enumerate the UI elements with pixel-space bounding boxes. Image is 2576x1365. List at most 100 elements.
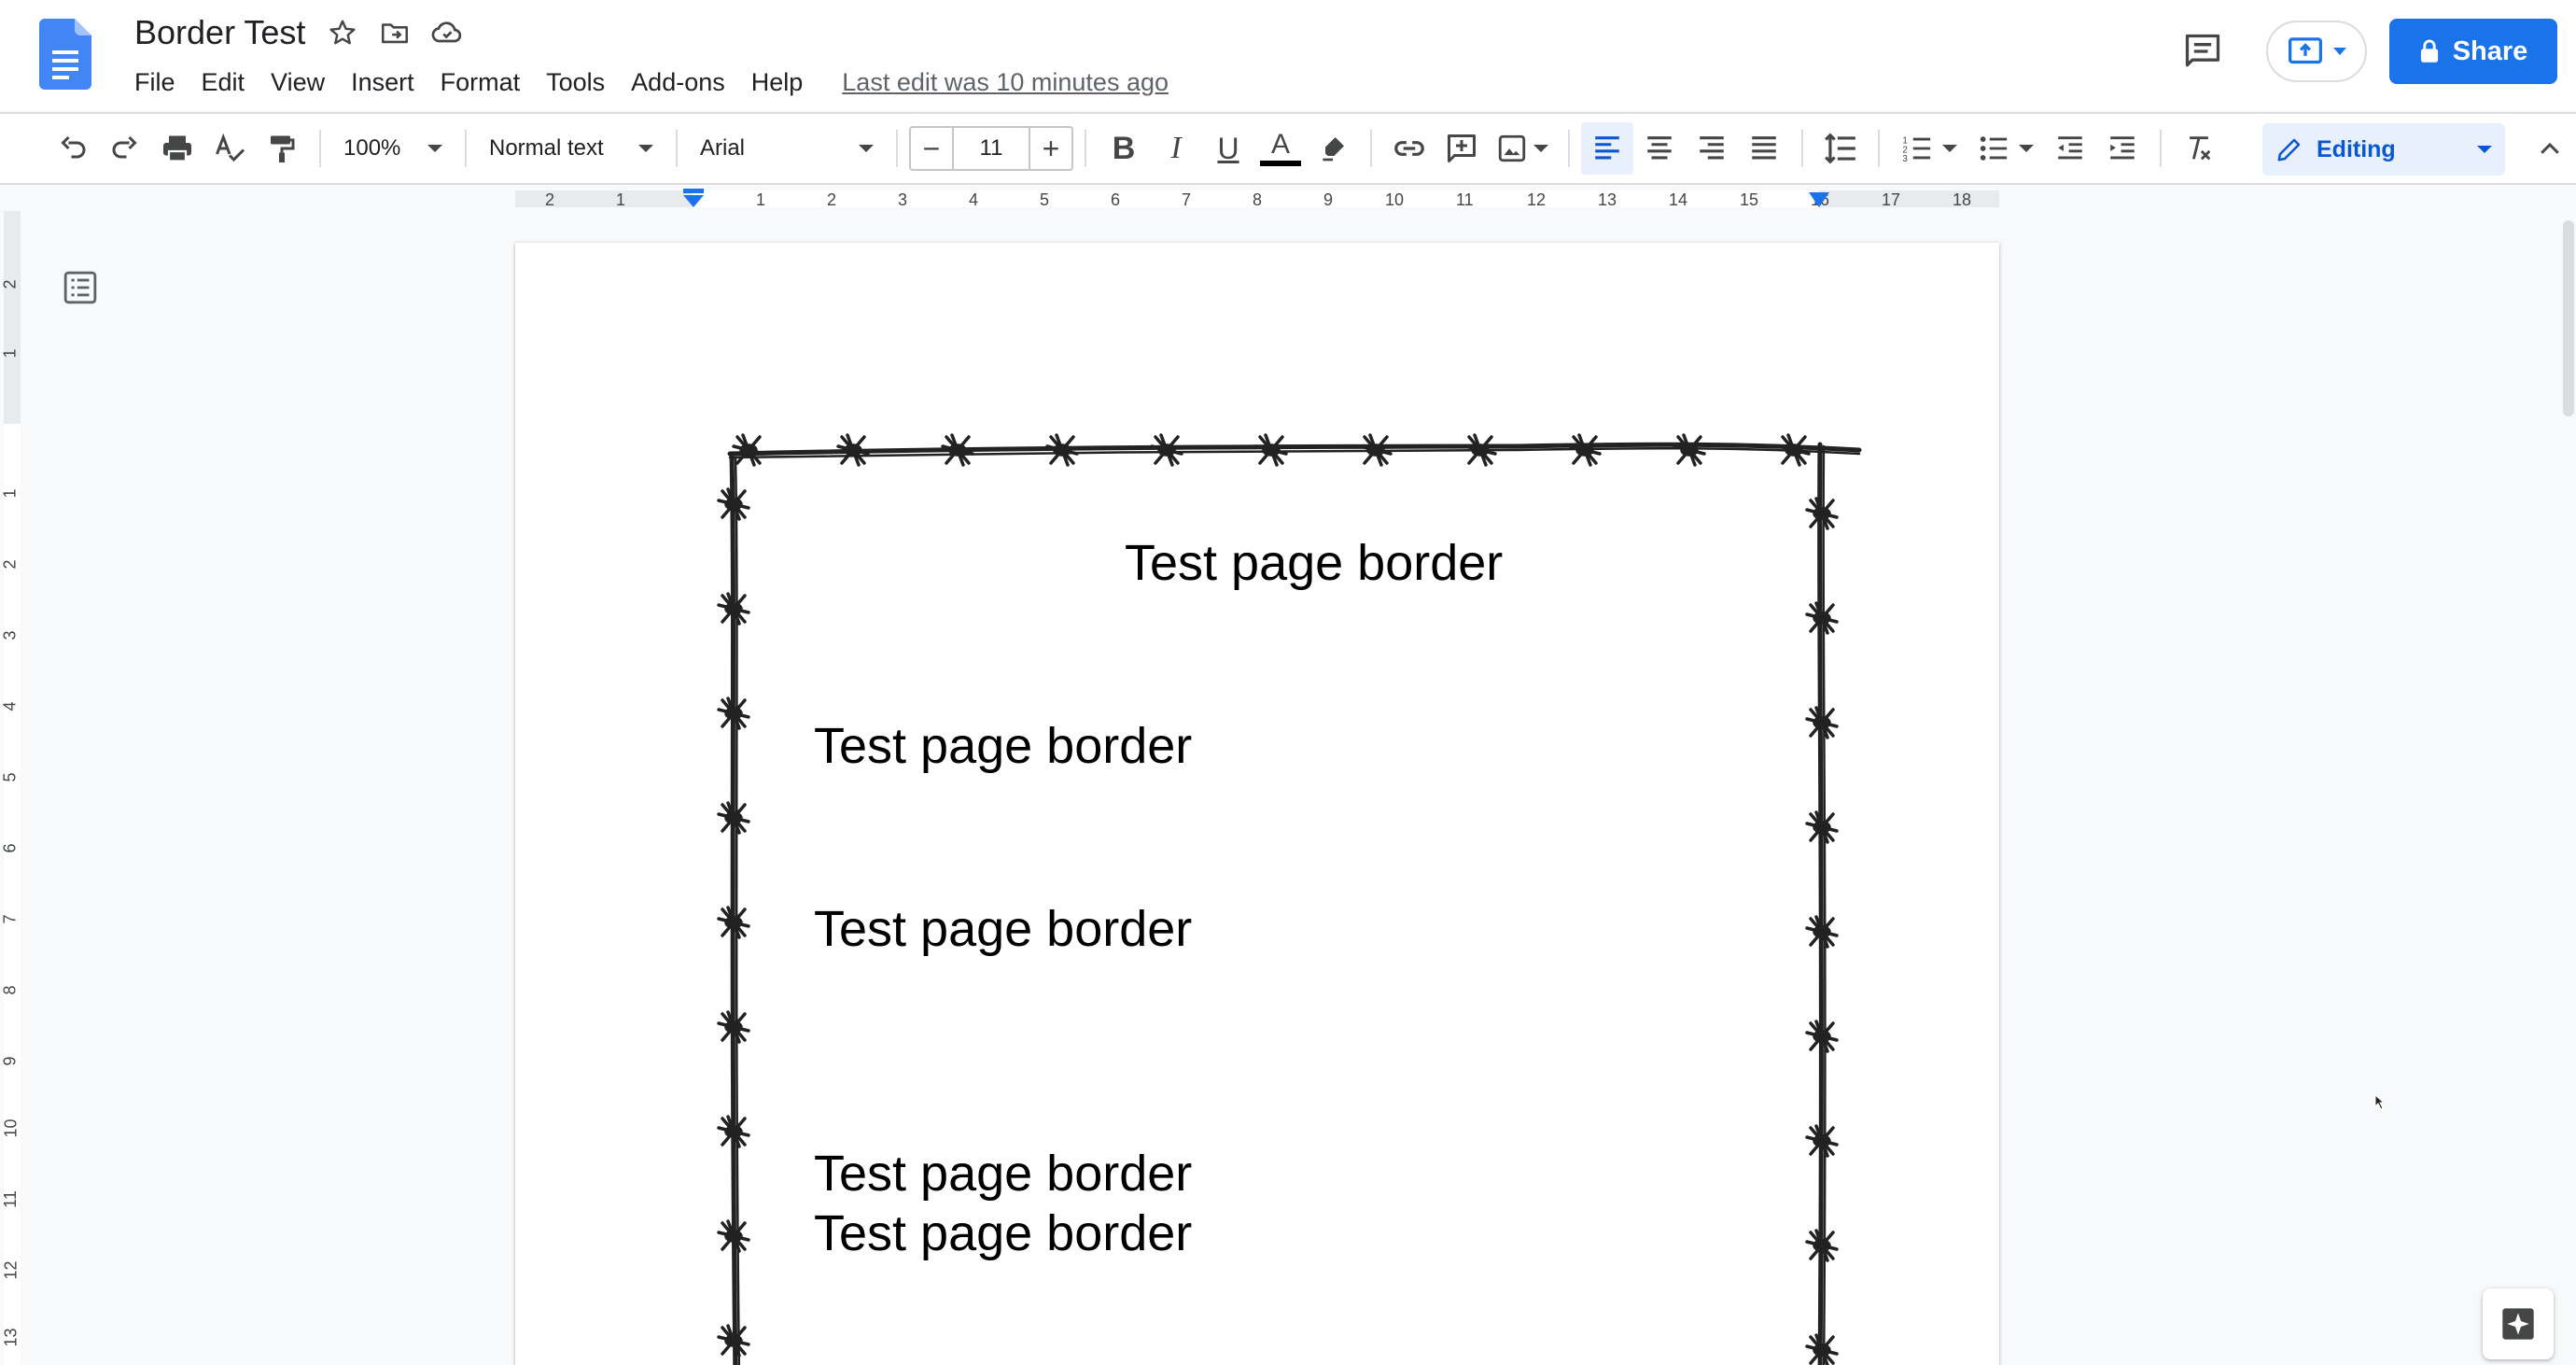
- clear-formatting-icon[interactable]: [2173, 122, 2225, 175]
- toolbar-divider: [465, 130, 467, 167]
- font-size-input[interactable]: 11: [954, 126, 1029, 171]
- increase-indent-icon[interactable]: [2096, 122, 2149, 175]
- ruler-label: 5: [1040, 190, 1050, 209]
- image-icon: [1498, 134, 1526, 162]
- menu-format[interactable]: Format: [427, 64, 534, 101]
- bulleted-list-button[interactable]: [1967, 122, 2044, 175]
- ruler-label: 3: [898, 190, 908, 209]
- align-right-button[interactable]: [1686, 122, 1738, 175]
- pencil-icon: [2277, 138, 2301, 162]
- vertical-ruler[interactable]: 2 1 1 2 3 4 5 6 7 8 9 10 11 12 13: [0, 211, 24, 1365]
- spellcheck-icon[interactable]: [203, 122, 256, 175]
- star-icon[interactable]: [322, 12, 363, 53]
- redo-icon[interactable]: [99, 122, 151, 175]
- add-comment-icon[interactable]: [1435, 122, 1488, 175]
- ruler-label: 2: [0, 279, 20, 289]
- increase-font-size-button[interactable]: +: [1029, 126, 1073, 171]
- scrollbar-thumb[interactable]: [2563, 220, 2574, 416]
- menu-file[interactable]: File: [121, 64, 189, 101]
- line-spacing-icon[interactable]: [1814, 122, 1867, 175]
- ruler-label: 17: [1882, 190, 1901, 209]
- italic-button[interactable]: I: [1150, 122, 1202, 175]
- ruler-label: 1: [0, 488, 20, 499]
- align-center-button[interactable]: [1633, 122, 1686, 175]
- zoom-select[interactable]: 100%: [332, 122, 454, 175]
- comment-icon[interactable]: [2177, 28, 2229, 75]
- bold-button[interactable]: B: [1098, 122, 1150, 175]
- insert-image-button[interactable]: [1488, 122, 1557, 175]
- explore-icon[interactable]: [2483, 1288, 2554, 1359]
- ruler-label: 1: [756, 190, 766, 209]
- align-justify-button[interactable]: [1738, 122, 1790, 175]
- ruler-label: 12: [1, 1260, 21, 1280]
- document-line[interactable]: Test page border: [814, 717, 1192, 775]
- chevron-down-icon: [427, 145, 442, 152]
- horizontal-ruler[interactable]: 2 1 1 2 3 4 5 6 7 8 9 10 11 12 13 14 15 …: [0, 187, 2576, 211]
- paint-format-icon[interactable]: [256, 122, 308, 175]
- ruler-label: 8: [1253, 190, 1263, 209]
- left-indent-marker[interactable]: [681, 187, 706, 211]
- last-edit-link[interactable]: Last edit was 10 minutes ago: [836, 64, 1174, 101]
- editing-mode-select[interactable]: Editing: [2262, 123, 2505, 176]
- toolbar-divider: [1085, 130, 1086, 167]
- paragraph-style-value: Normal text: [489, 135, 604, 161]
- ruler-label: 6: [1111, 190, 1121, 209]
- ruler-top-margin: [4, 211, 21, 424]
- collapse-menus-icon[interactable]: [2533, 133, 2567, 166]
- share-label: Share: [2452, 35, 2528, 66]
- ruler-label: 3: [0, 630, 20, 640]
- document-line[interactable]: Test page border: [814, 1204, 1192, 1262]
- document-line[interactable]: Test page border: [1125, 534, 1503, 592]
- ruler-label: 9: [0, 1056, 20, 1066]
- menu-add-ons[interactable]: Add-ons: [618, 64, 738, 101]
- barbed-wire-page-border: [717, 433, 1862, 1365]
- document-title[interactable]: Border Test: [129, 11, 311, 54]
- underline-button[interactable]: U: [1202, 122, 1254, 175]
- mouse-cursor-icon: [2374, 1094, 2386, 1110]
- text-color-button[interactable]: A: [1254, 122, 1307, 175]
- align-left-button[interactable]: [1581, 122, 1633, 175]
- toolbar-divider: [319, 130, 321, 167]
- print-icon[interactable]: [151, 122, 203, 175]
- cloud-saved-icon[interactable]: [427, 12, 468, 53]
- ruler-label: 15: [1740, 190, 1759, 209]
- toolbar-divider: [896, 130, 898, 167]
- decrease-font-size-button[interactable]: −: [909, 126, 954, 171]
- menu-tools[interactable]: Tools: [533, 64, 618, 101]
- paragraph-style-select[interactable]: Normal text: [478, 122, 665, 175]
- share-button[interactable]: Share: [2389, 19, 2557, 84]
- formatting-toolbar: 100% Normal text Arial − 11 + B I U A 1 …: [0, 112, 2576, 185]
- numbered-list-icon: 123: [1902, 135, 1931, 164]
- menu-insert[interactable]: Insert: [338, 64, 427, 101]
- decrease-indent-icon[interactable]: [2044, 122, 2096, 175]
- present-button[interactable]: [2266, 21, 2367, 82]
- menu-view[interactable]: View: [258, 64, 338, 101]
- document-line[interactable]: Test page border: [814, 900, 1192, 958]
- move-to-folder-icon[interactable]: [374, 12, 415, 53]
- highlight-color-icon[interactable]: [1307, 122, 1359, 175]
- ruler-label: 18: [1953, 190, 1972, 209]
- menu-help[interactable]: Help: [738, 64, 817, 101]
- chevron-down-icon: [2019, 145, 2034, 152]
- document-outline-icon[interactable]: [62, 269, 99, 306]
- menu-bar: File Edit View Insert Format Tools Add-o…: [121, 63, 1174, 101]
- menu-edit[interactable]: Edit: [189, 64, 259, 101]
- text-color-letter: A: [1270, 129, 1290, 160]
- ruler-label: 2: [0, 559, 20, 570]
- undo-icon[interactable]: [47, 122, 99, 175]
- google-docs-logo-icon[interactable]: [39, 19, 91, 90]
- ruler-label: 1: [0, 348, 20, 359]
- ruler-right-margin: [1818, 190, 1999, 207]
- barb-knot: [1150, 433, 1183, 467]
- document-line[interactable]: Test page border: [814, 1145, 1192, 1203]
- numbered-list-button[interactable]: 123: [1891, 122, 1967, 175]
- insert-link-icon[interactable]: [1383, 122, 1435, 175]
- right-indent-marker[interactable]: [1807, 190, 1831, 211]
- ruler-label: 11: [0, 1190, 20, 1208]
- font-family-select[interactable]: Arial: [689, 122, 885, 175]
- title-row: Border Test: [134, 11, 468, 54]
- text-color-bar: [1260, 161, 1301, 166]
- lock-icon: [2420, 39, 2438, 63]
- vertical-scrollbar[interactable]: [2557, 213, 2576, 1365]
- document-page[interactable]: Test page border Test page border Test p…: [515, 243, 1999, 1365]
